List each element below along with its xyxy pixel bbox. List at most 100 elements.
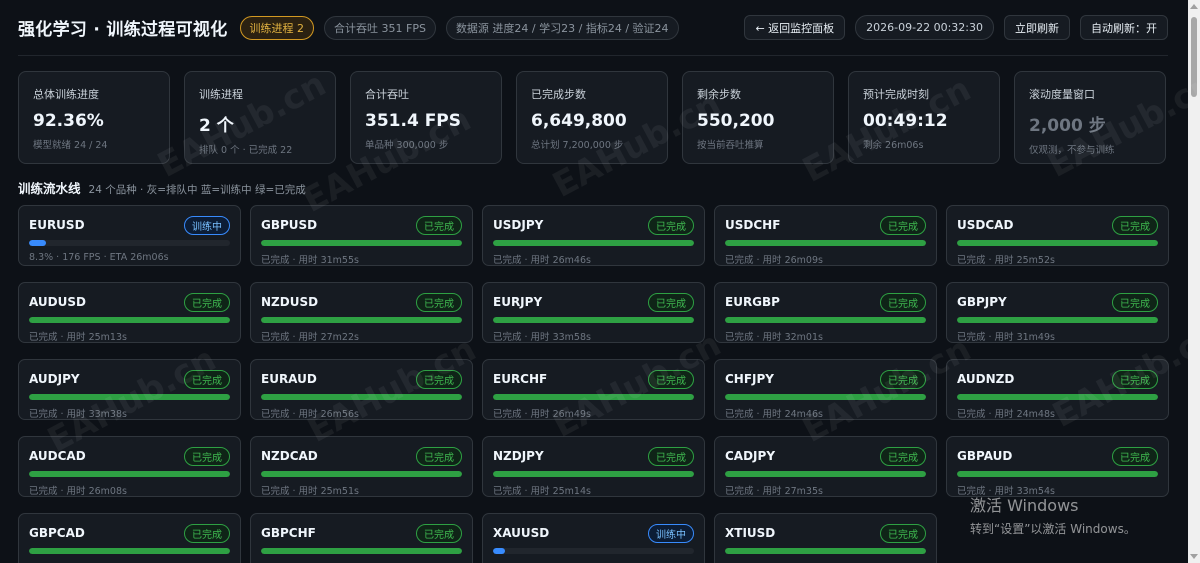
pipeline-card-gbpchf: GBPCHF 已完成: [250, 513, 473, 563]
progress-bar: [261, 471, 462, 477]
card-header: AUDUSD 已完成: [29, 292, 230, 312]
metric-label: 预计完成时刻: [863, 88, 929, 101]
page: 强化学习 · 训练过程可视化 训练进程 2 合计吞吐 351 FPS 数据源 进…: [0, 0, 1188, 563]
pipeline-card-eurgbp: EURGBP 已完成已完成 · 用时 32m01s: [714, 282, 937, 343]
symbol-label: USDCAD: [957, 218, 1014, 232]
card-header: AUDCAD 已完成: [29, 446, 230, 466]
card-subtext: 已完成 · 用时 26m09s: [725, 255, 823, 266]
progress-bar: [493, 394, 694, 400]
symbol-label: AUDUSD: [29, 295, 86, 309]
card-subtext: 已完成 · 用时 26m56s: [261, 409, 359, 420]
card-header: CADJPY 已完成: [725, 446, 926, 466]
progress-fill: [493, 240, 694, 246]
card-header: GBPAUD 已完成: [957, 446, 1158, 466]
progress-bar: [957, 317, 1158, 323]
metric-label: 训练进程: [199, 88, 243, 101]
progress-bar: [261, 548, 462, 554]
progress-bar: [725, 548, 926, 554]
metric-card: 总体训练进度 92.36% 模型就绪 24 / 24: [18, 71, 170, 164]
pipeline-card-usdchf: USDCHF 已完成已完成 · 用时 26m09s: [714, 205, 937, 266]
symbol-label: GBPAUD: [957, 449, 1013, 463]
progress-bar: [261, 394, 462, 400]
back-to-monitor-button[interactable]: ← 返回监控面板: [744, 15, 846, 40]
progress-bar: [493, 548, 694, 554]
pipeline-card-nzdjpy: NZDJPY 已完成已完成 · 用时 25m14s: [482, 436, 705, 497]
status-badge: 已完成: [1112, 446, 1158, 466]
card-header: EURUSD 训练中: [29, 215, 230, 235]
metric-value: 351.4 FPS: [365, 111, 462, 131]
progress-bar: [957, 471, 1158, 477]
metric-card: 剩余步数 550,200 按当前吞吐推算: [682, 71, 834, 164]
card-header: NZDCAD 已完成: [261, 446, 462, 466]
pipeline-card-cadjpy: CADJPY 已完成 已完成 · 用时 27m35s: [714, 436, 937, 497]
scroll-up-arrow-icon[interactable]: [1190, 4, 1198, 9]
symbol-label: EURGBP: [725, 295, 780, 309]
card-header: EURCHF 已完成: [493, 369, 694, 389]
progress-bar: [725, 240, 926, 246]
progress-bar: [725, 471, 926, 477]
pipeline-card-usdcad: USDCAD 已完成 已完成 · 用时 25m52s: [946, 205, 1169, 266]
fps-pill: 合计吞吐 351 FPS: [324, 15, 436, 40]
scroll-thumb[interactable]: [1191, 17, 1197, 97]
progress-fill: [29, 317, 230, 323]
status-badge: 训练中: [648, 523, 694, 543]
progress-bar: [493, 317, 694, 323]
card-subtext: 已完成 · 用时 25m14s: [493, 486, 591, 497]
progress-fill: [957, 317, 1158, 323]
status-badge: 已完成: [880, 215, 926, 235]
progress-bar: [29, 240, 230, 246]
scrollbar[interactable]: [1188, 0, 1200, 563]
metric-value: 00:49:12: [863, 111, 948, 131]
pipeline-grid: EURUSD 训练中 8.3% · 176 FPS · ETA 26m06s GBPU…: [18, 205, 1169, 563]
metric-label: 总体训练进度: [33, 88, 99, 101]
pipeline-card-euraud: EURAUD 已完成 已完成 · 用时 26m56s: [250, 359, 473, 420]
card-header: GBPJPY 已完成: [957, 292, 1158, 312]
pipeline-card-audcad: AUDCAD 已完成 已完成 · 用时 26m08s: [18, 436, 241, 497]
metric-value: 6,649,800: [531, 111, 627, 131]
metric-label: 已完成步数: [531, 88, 586, 101]
progress-fill: [957, 471, 1158, 477]
progress-fill: [493, 471, 694, 477]
card-header: USDCHF 已完成: [725, 215, 926, 235]
progress-bar: [957, 394, 1158, 400]
metric-sub: 仅观测，不参与训练: [1029, 145, 1115, 156]
progress-bar: [261, 240, 462, 246]
progress-fill: [261, 394, 462, 400]
status-badge: 已完成: [880, 292, 926, 312]
card-header: USDJPY 已完成: [493, 215, 694, 235]
progress-fill: [261, 471, 462, 477]
card-subtext: 已完成 · 用时 26m49s: [493, 409, 591, 420]
pipeline-card-xauusd: XAUUSD 训练中: [482, 513, 705, 563]
progress-bar: [261, 317, 462, 323]
card-header: EURGBP 已完成: [725, 292, 926, 312]
pipeline-card-audusd: AUDUSD 已完成 已完成 · 用时 25m13s: [18, 282, 241, 343]
card-header: EURJPY 已完成: [493, 292, 694, 312]
symbol-label: XAUUSD: [493, 526, 550, 540]
card-header: XAUUSD 训练中: [493, 523, 694, 543]
progress-bar: [493, 240, 694, 246]
card-subtext: 已完成 · 用时 24m46s: [725, 409, 823, 420]
symbol-label: XTIUSD: [725, 526, 776, 540]
symbol-label: GBPUSD: [261, 218, 318, 232]
card-header: NZDJPY 已完成: [493, 446, 694, 466]
progress-bar: [725, 394, 926, 400]
metric-card: 预计完成时刻 00:49:12 剩余 26m06s: [848, 71, 1000, 164]
status-badge: 已完成: [184, 523, 230, 543]
symbol-label: EURAUD: [261, 372, 317, 386]
card-header: GBPUSD 已完成: [261, 215, 462, 235]
symbol-label: USDCHF: [725, 218, 781, 232]
symbol-label: EURJPY: [493, 295, 543, 309]
metric-sub: 排队 0 个 · 已完成 22: [199, 145, 293, 156]
card-subtext: 已完成 · 用时 26m46s: [493, 255, 591, 266]
symbol-label: USDJPY: [493, 218, 544, 232]
status-badge: 已完成: [880, 523, 926, 543]
pipeline-card-eurusd: EURUSD 训练中 8.3% · 176 FPS · ETA 26m06s: [18, 205, 241, 266]
card-subtext: 已完成 · 用时 32m01s: [725, 332, 823, 343]
scroll-down-arrow-icon[interactable]: [1190, 554, 1198, 559]
refresh-now-button[interactable]: 立即刷新: [1004, 15, 1070, 40]
progress-fill: [261, 240, 462, 246]
auto-refresh-toggle[interactable]: 自动刷新：开: [1080, 15, 1168, 40]
metric-sub: 单品种 300,000 步: [365, 140, 449, 151]
progress-bar: [493, 471, 694, 477]
progress-bar: [29, 471, 230, 477]
